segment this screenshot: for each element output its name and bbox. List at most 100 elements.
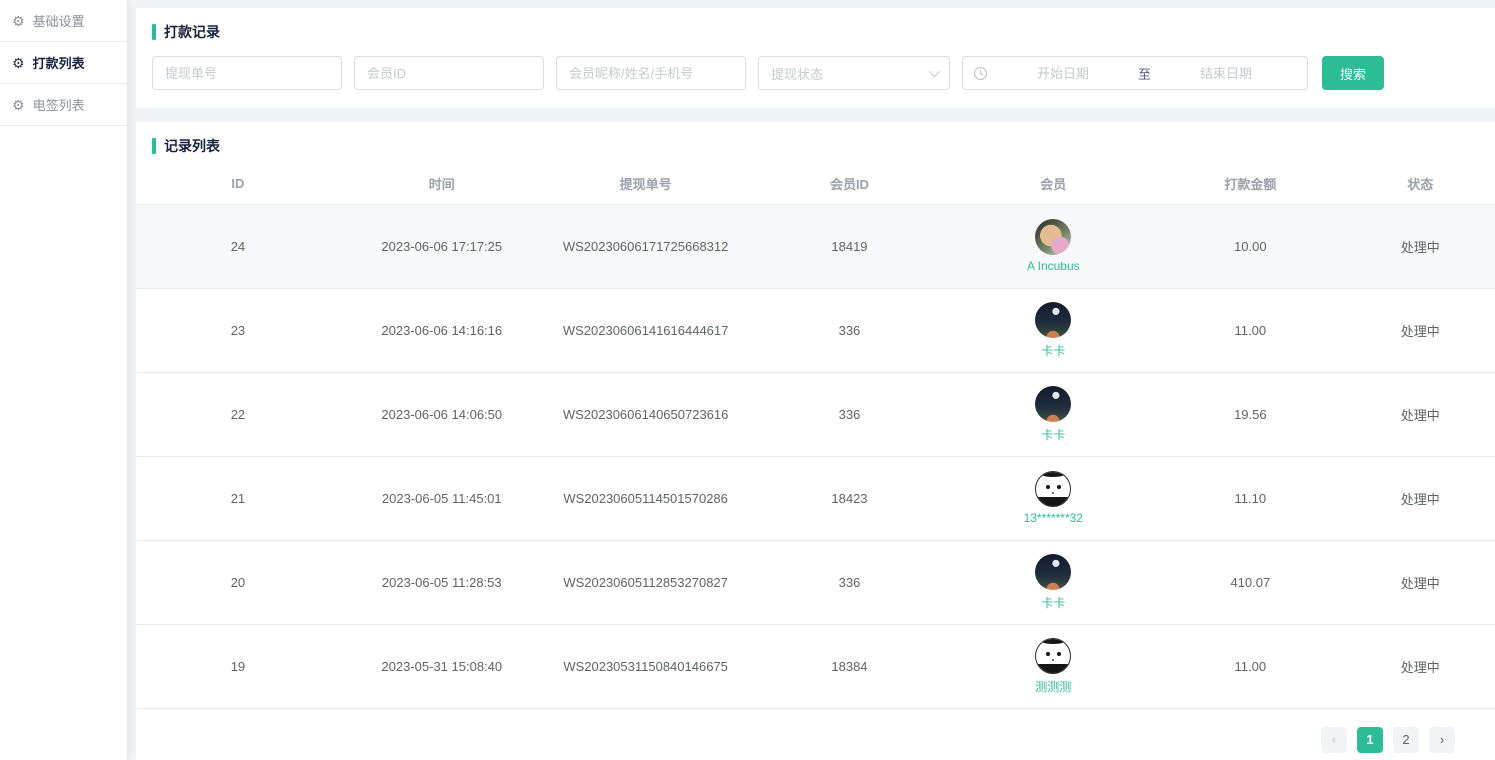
member-cell: 测测测 [951,624,1155,708]
clock-icon [973,66,988,81]
sidebar-item-label: 基础设置 [33,11,85,30]
cell-amount: 11.00 [1155,288,1345,372]
cell-amount: 410.07 [1155,540,1345,624]
table-row[interactable]: 21 2023-06-05 11:45:01 WS202306051145015… [136,456,1495,540]
pagination: ‹ 12 › [136,709,1495,760]
member-name-link[interactable]: 卡卡 [1041,426,1065,443]
member-cell: 卡卡 [951,288,1155,372]
member-name-link[interactable]: 卡卡 [1041,594,1065,611]
sidebar-item-payment-list[interactable]: ⚙ 打款列表 [0,42,127,84]
column-header-amount: 打款金额 [1155,164,1345,204]
member-avatar [1035,471,1071,507]
member-avatar [1035,302,1071,338]
search-button[interactable]: 搜索 [1322,56,1384,90]
filter-title-text: 打款记录 [164,22,220,42]
cell-member-id: 18419 [748,204,952,288]
cell-order-no: WS20230606141616444617 [544,288,748,372]
member-avatar [1035,638,1071,674]
sidebar-item-esign-list[interactable]: ⚙ 电签列表 [0,84,127,126]
cell-time: 2023-05-31 15:08:40 [340,624,544,708]
cell-id: 20 [136,540,340,624]
sidebar: ⚙ 基础设置 ⚙ 打款列表 ⚙ 电签列表 [0,0,128,760]
start-date-input[interactable] [992,66,1134,81]
withdraw-status-placeholder: 提现状态 [771,64,823,83]
member-cell: A Incubus [951,204,1155,288]
column-header-member-id: 会员ID [748,164,952,204]
page-buttons: 12 [1357,727,1419,753]
record-list-card: 记录列表 ID 时间 提现单号 会员ID 会员 打款金额 状态 [136,122,1495,760]
cell-member-id: 336 [748,540,952,624]
date-range-picker[interactable]: 至 [962,56,1308,90]
cell-id: 21 [136,456,340,540]
cell-amount: 11.10 [1155,456,1345,540]
cell-member-id: 18423 [748,456,952,540]
table-row[interactable]: 19 2023-05-31 15:08:40 WS202305311508401… [136,624,1495,708]
cell-order-no: WS20230605114501570286 [544,456,748,540]
member-name-link[interactable]: A Incubus [1027,259,1080,273]
member-name-link[interactable]: 卡卡 [1041,342,1065,359]
cell-id: 24 [136,204,340,288]
table-row[interactable]: 20 2023-06-05 11:28:53 WS202306051128532… [136,540,1495,624]
status-badge: 处理中 [1345,288,1495,372]
cell-time: 2023-06-05 11:45:01 [340,456,544,540]
gear-icon: ⚙ [12,98,25,112]
app-layout: ⚙ 基础设置 ⚙ 打款列表 ⚙ 电签列表 打款记录 提现状态 [0,0,1495,760]
member-id-input[interactable] [354,56,544,90]
section-title-bar [152,138,156,154]
table-row[interactable]: 24 2023-06-06 17:17:25 WS202306061717256… [136,204,1495,288]
cell-order-no: WS20230606171725668312 [544,204,748,288]
cell-id: 23 [136,288,340,372]
member-name-link[interactable]: 13*******32 [1024,511,1083,525]
member-avatar [1035,386,1071,422]
status-badge: 处理中 [1345,204,1495,288]
cell-time: 2023-06-06 14:16:16 [340,288,544,372]
sidebar-item-label: 打款列表 [33,53,85,72]
date-separator-label: 至 [1138,64,1151,83]
gear-icon: ⚙ [12,14,25,28]
records-section-title: 记录列表 [136,136,1495,156]
cell-member-id: 18384 [748,624,952,708]
table-row[interactable]: 22 2023-06-06 14:06:50 WS202306061406507… [136,372,1495,456]
withdraw-status-select[interactable]: 提现状态 [758,56,950,90]
cell-amount: 11.00 [1155,624,1345,708]
table-body: 24 2023-06-06 17:17:25 WS202306061717256… [136,204,1495,708]
cell-order-no: WS20230531150840146675 [544,624,748,708]
member-info-input[interactable] [556,56,746,90]
filter-card: 打款记录 提现状态 至 搜索 [136,8,1495,108]
cell-time: 2023-06-06 14:06:50 [340,372,544,456]
status-badge: 处理中 [1345,456,1495,540]
table-header: ID 时间 提现单号 会员ID 会员 打款金额 状态 [136,164,1495,204]
next-page-button[interactable]: › [1429,727,1455,753]
sidebar-item-label: 电签列表 [33,95,85,114]
table-row[interactable]: 23 2023-06-06 14:16:16 WS202306061416164… [136,288,1495,372]
page-button-2[interactable]: 2 [1393,727,1419,753]
section-title-bar [152,24,156,40]
column-header-order-no: 提现单号 [544,164,748,204]
withdraw-order-no-input[interactable] [152,56,342,90]
column-header-status: 状态 [1345,164,1495,204]
member-cell: 13*******32 [951,456,1155,540]
records-title-text: 记录列表 [164,136,220,156]
member-cell: 卡卡 [951,540,1155,624]
member-avatar [1035,219,1071,255]
cell-amount: 10.00 [1155,204,1345,288]
column-header-member: 会员 [951,164,1155,204]
prev-page-button[interactable]: ‹ [1321,727,1347,753]
sidebar-item-basic-settings[interactable]: ⚙ 基础设置 [0,0,127,42]
records-table: ID 时间 提现单号 会员ID 会员 打款金额 状态 24 2023-06-06… [136,164,1495,709]
cell-time: 2023-06-06 17:17:25 [340,204,544,288]
status-badge: 处理中 [1345,624,1495,708]
member-name-link[interactable]: 测测测 [1035,678,1071,695]
page-button-1[interactable]: 1 [1357,727,1383,753]
filter-section-title: 打款记录 [152,22,1479,42]
cell-id: 19 [136,624,340,708]
end-date-input[interactable] [1155,66,1297,81]
cell-time: 2023-06-05 11:28:53 [340,540,544,624]
cell-id: 22 [136,372,340,456]
chevron-down-icon [929,66,940,77]
cell-order-no: WS20230606140650723616 [544,372,748,456]
status-badge: 处理中 [1345,372,1495,456]
cell-amount: 19.56 [1155,372,1345,456]
cell-member-id: 336 [748,372,952,456]
status-badge: 处理中 [1345,540,1495,624]
